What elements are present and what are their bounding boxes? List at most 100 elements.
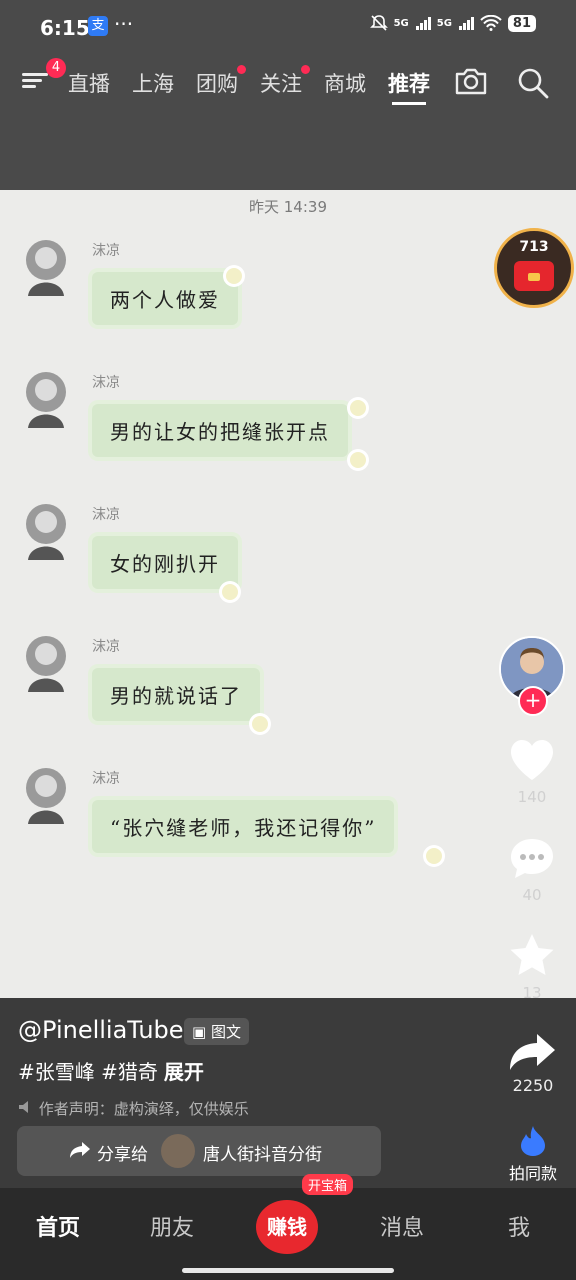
message-bubble: “张穴缝老师，我还记得你” [92, 800, 395, 853]
tab-group-buy[interactable]: 团购 [196, 65, 246, 98]
disclaimer-text: 作者声明：虚构演绎，仅供娱乐 [38, 1100, 249, 1118]
chat-message: 沫凉 男的就说话了 [20, 634, 480, 744]
sender-avatar [26, 240, 66, 296]
status-icons: 5G 5G 81 [369, 14, 536, 32]
sender-avatar [26, 636, 66, 692]
sender-avatar [26, 504, 66, 560]
bottom-nav: 首页 朋友 赚钱 开宝箱 消息 我 [0, 1174, 576, 1280]
sender-avatar [26, 768, 66, 824]
search-icon[interactable] [516, 66, 550, 100]
status-bar: 6:15 支 ··· 5G 5G 81 [0, 0, 576, 56]
treasure-chest-tag: 开宝箱 [302, 1174, 354, 1195]
more-notifications-icon: ··· [114, 12, 134, 36]
author-name[interactable]: @PinelliaTuber [18, 1016, 193, 1044]
expand-button[interactable]: 展开 [164, 1060, 204, 1084]
mute-icon [369, 15, 388, 31]
active-tab-indicator [392, 102, 426, 105]
share-target-name: 唐人街抖音分街 [203, 1145, 322, 1165]
tab-following-label: 关注 [260, 72, 302, 96]
tab-shanghai[interactable]: 上海 [132, 68, 174, 98]
follow-button[interactable]: + [518, 686, 548, 716]
favorite-button[interactable]: 13 [506, 932, 558, 1002]
tab-group-buy-label: 团购 [196, 72, 238, 96]
star-icon [510, 934, 554, 975]
image-text-badge: ▣ 图文 [184, 1018, 249, 1045]
hongbao-count: 713 [519, 239, 549, 255]
camera-icon[interactable] [454, 66, 488, 96]
flower-decoration [426, 848, 442, 864]
status-time: 6:15 [40, 16, 90, 40]
video-info: @PinelliaTuber ▣ 图文 #张雪峰 #猎奇 展开 作者声明：虚构演绎… [0, 998, 576, 1188]
heart-icon [511, 740, 553, 780]
hashtag-text[interactable]: #张雪峰 #猎奇 [18, 1060, 158, 1084]
signal-icon [415, 17, 431, 30]
menu-icon-line [22, 85, 36, 88]
image-text-label: 图文 [210, 1023, 241, 1041]
tab-mall[interactable]: 商城 [324, 68, 366, 98]
like-count: 140 [517, 788, 547, 806]
menu-button[interactable] [22, 70, 48, 96]
hongbao-widget[interactable]: 713 [494, 228, 574, 308]
tab-recommend[interactable]: 推荐 [388, 68, 430, 98]
nav-earn-button[interactable]: 赚钱 [256, 1200, 318, 1254]
share-icon [510, 1034, 555, 1070]
menu-badge: 4 [46, 58, 66, 78]
comment-icon [511, 839, 553, 878]
sender-avatar [26, 372, 66, 428]
share-target-avatar [161, 1134, 195, 1168]
author-disclaimer: 作者声明：虚构演绎，仅供娱乐 [18, 1098, 249, 1119]
sender-name: 沫凉 [92, 243, 120, 259]
message-bubble: 两个人做爱 [92, 272, 238, 325]
share-to-bar[interactable]: 分享给 唐人街抖音分街 [17, 1126, 381, 1176]
sender-name: 沫凉 [92, 639, 120, 655]
nav-messages[interactable]: 消息 [380, 1210, 424, 1242]
sender-name: 沫凉 [92, 771, 120, 787]
nav-me[interactable]: 我 [508, 1210, 530, 1242]
alipay-icon: 支 [88, 16, 108, 36]
chat-timestamp: 昨天 14:39 [249, 198, 327, 216]
like-button[interactable]: 140 [506, 738, 558, 806]
message-bubble: 女的刚扒开 [92, 536, 238, 589]
tab-dot [237, 65, 246, 74]
message-bubble: 男的就说话了 [92, 668, 260, 721]
signal-label-1: 5G [393, 17, 409, 29]
battery-indicator: 81 [507, 14, 536, 32]
red-envelope-icon [514, 261, 554, 291]
hashtags[interactable]: #张雪峰 #猎奇 展开 [18, 1056, 204, 1085]
flower-decoration [350, 452, 366, 468]
signal-label-2: 5G [436, 17, 452, 29]
share-arrow-icon [70, 1142, 90, 1158]
menu-icon-line [22, 79, 42, 82]
flower-decoration [222, 584, 238, 600]
tab-following[interactable]: 关注 [260, 65, 310, 98]
flower-decoration [226, 268, 242, 284]
share-button[interactable]: 2250 [508, 1032, 558, 1095]
sender-name: 沫凉 [92, 507, 120, 523]
nav-home[interactable]: 首页 [36, 1210, 80, 1242]
chat-message: 沫凉 两个人做爱 [20, 238, 480, 348]
wifi-icon [480, 15, 502, 31]
nav-friends[interactable]: 朋友 [150, 1210, 194, 1242]
speaker-icon [19, 1101, 28, 1113]
video-content[interactable]: 昨天 14:39 沫凉 两个人做爱 沫凉 男的让女的把缝张开点 沫凉 女的刚扒开… [0, 190, 576, 1002]
menu-icon [22, 73, 48, 76]
tab-live[interactable]: 直播 [68, 68, 110, 98]
comment-count: 40 [522, 886, 542, 904]
signal-icon-2 [458, 17, 474, 30]
share-count: 2250 [512, 1076, 554, 1095]
home-indicator [182, 1268, 394, 1273]
flower-decoration [252, 716, 268, 732]
flower-decoration [350, 400, 366, 416]
shoot-same-label: 拍同款 [508, 1164, 557, 1183]
sender-name: 沫凉 [92, 375, 120, 391]
chat-message: 沫凉 男的让女的把缝张开点 [20, 370, 480, 480]
comment-button[interactable]: 40 [506, 836, 558, 904]
share-label: 分享给 [97, 1145, 148, 1165]
flame-icon [521, 1126, 545, 1156]
chat-message: 沫凉 女的刚扒开 [20, 502, 480, 612]
shoot-same-button[interactable]: 拍同款 [502, 1124, 564, 1184]
top-nav: 4 直播 上海 团购 关注 商城 推荐 [0, 56, 576, 190]
message-bubble: 男的让女的把缝张开点 [92, 404, 348, 457]
tab-dot [301, 65, 310, 74]
chat-message: 沫凉 “张穴缝老师，我还记得你” [20, 766, 480, 876]
